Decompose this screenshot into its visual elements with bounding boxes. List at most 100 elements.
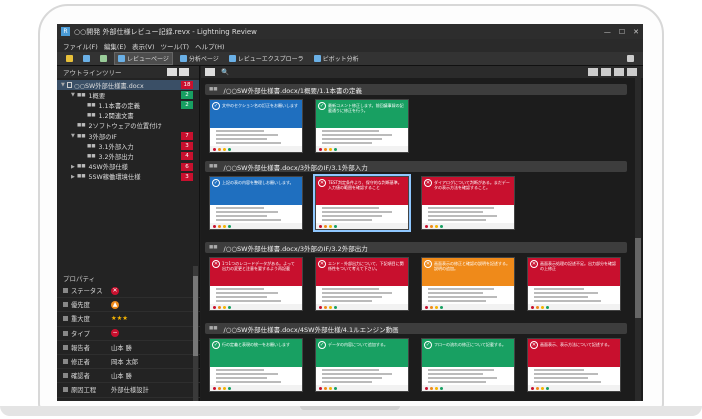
card-row: ✓ 行の定義と表現の統一をお願いします ✓ データの内容について追加する。 ✓ フローの流…: [205, 334, 627, 392]
review-card[interactable]: ✓ 行の定義と表現の統一をお願いします: [209, 338, 303, 392]
collapse-icon[interactable]: ■■: [209, 164, 218, 169]
section-icon: ■■: [87, 102, 96, 108]
property-key: 重大度: [57, 314, 111, 323]
close-button[interactable]: ✕: [633, 28, 639, 36]
property-row[interactable]: ステータス ✕: [57, 284, 200, 299]
collapse-icon[interactable]: ■■: [209, 245, 218, 250]
property-row[interactable]: タイプ −: [57, 327, 200, 341]
review-card[interactable]: ✕ 画面表示、表示方法について記述する。: [527, 338, 621, 392]
section-icon: ■■: [77, 123, 86, 129]
outline-item[interactable]: ■■ 2ソフトウェアの位置付け: [57, 121, 199, 131]
check-icon: ✓: [424, 341, 432, 349]
card-header: ✓ フローの流れの修正について記載する。: [422, 339, 514, 367]
card-footer: [210, 304, 302, 310]
menu-item[interactable]: ツール(T): [161, 41, 190, 51]
property-row[interactable]: 検出工程 外部仕様設計: [57, 398, 200, 402]
review-page-button[interactable]: レビューページ: [114, 52, 173, 65]
card-thumbnail: [422, 205, 514, 223]
outline-item[interactable]: ▶ ■■ 4SW外部仕様 6: [57, 162, 199, 172]
view-icon[interactable]: [205, 68, 215, 76]
review-card[interactable]: ✓ 上記の表の内容を整理しお願いします。: [209, 176, 303, 230]
property-value-label: 山本 勝: [111, 344, 132, 352]
outline-item[interactable]: ■■ 3.1外部入力 3: [57, 141, 199, 151]
new-icon[interactable]: [63, 54, 76, 63]
count-badge: 4: [181, 152, 193, 161]
device-notch: [300, 406, 400, 410]
review-scrollbar[interactable]: [635, 78, 641, 401]
property-row[interactable]: 重大度 ★★★: [57, 312, 200, 327]
review-card[interactable]: ✕ 画面表示の修正と確認の説明を記述する。説明の追加。: [421, 257, 515, 311]
section-header[interactable]: ■■ /○○SW外部仕様書.docx/3外部のIF/3.1外部入力: [205, 161, 627, 172]
property-value-label: ★★★: [111, 315, 128, 323]
review-card[interactable]: ✕ 1つ1つのレコードデータがある。よって出力の変更と注意を要するよう再記載: [209, 257, 303, 311]
layout-icon[interactable]: [627, 68, 637, 76]
review-explorer-button[interactable]: レビューエクスプローラ: [226, 53, 307, 64]
card-thumbnail: [528, 286, 620, 304]
review-card[interactable]: ✕ エンド・外部出力について、下記項目に関係性をついて考えて下さい。: [315, 257, 409, 311]
chat-icon[interactable]: [624, 54, 637, 63]
review-card[interactable]: ✓ フローの流れの修正について記載する。: [421, 338, 515, 392]
card-text: エンド・外部出力について、下記項目に関係性をついて考えて下さい。: [328, 261, 404, 271]
collapse-icon[interactable]: ■■: [209, 326, 218, 331]
outline-item[interactable]: ▼ ■■ 3外部のIF 7: [57, 131, 199, 141]
property-row[interactable]: 確認者 山本 勝: [57, 369, 200, 384]
pivot-analysis-button[interactable]: ピボット分析: [311, 53, 362, 64]
outline-tool-button[interactable]: [167, 68, 177, 76]
outline-item-label: 3.2外部出力: [98, 153, 134, 161]
red-x-icon: ✕: [111, 286, 119, 295]
property-row[interactable]: 修正者 岡本 太郎: [57, 355, 200, 370]
property-row[interactable]: 原因工程 外部仕様設計: [57, 383, 200, 398]
property-value: 山本 勝: [111, 343, 132, 352]
undo-icon[interactable]: [97, 54, 110, 63]
card-header: ✕ ダイアログについて判断がある。まだデータの表示方法を確認すること。: [422, 177, 514, 205]
review-card[interactable]: ✓ データの内容について追加する。: [315, 338, 409, 392]
outline-item[interactable]: ■■ 3.2外部出力 4: [57, 151, 199, 161]
minimize-button[interactable]: —: [604, 28, 611, 36]
outline-item[interactable]: ■■ 1.2関連文書: [57, 111, 199, 121]
outline-item[interactable]: ▼ ○○SW外部仕様書.docx 18: [57, 80, 199, 91]
property-row[interactable]: 報告者 山本 勝: [57, 341, 200, 355]
card-thumbnail: [316, 286, 408, 304]
layout-icon[interactable]: [588, 68, 598, 76]
property-icon: [63, 373, 68, 379]
menu-item[interactable]: ヘルプ(H): [195, 41, 224, 51]
review-section: ■■/○○SW外部仕様書.docx/3外部のIF/3.1外部入力 ✓ 上記の表の内容…: [205, 161, 627, 232]
review-card[interactable]: ✓ 最新コメント修正します。前回議事録の記載通りに修正を行う。: [315, 99, 409, 153]
collapse-icon[interactable]: ■■: [209, 87, 218, 92]
outline-item[interactable]: ■■ 1.1本書の定義 2: [57, 100, 199, 110]
maximize-button[interactable]: ☐: [619, 28, 625, 36]
review-section: ■■/○○SW外部仕様書.docx/3外部のIF/3.2外部出力 ✕ 1つ1つのレコ…: [205, 242, 627, 311]
section-header[interactable]: ■■ /○○SW外部仕様書.docx/4SW外部仕様/4.1ルエンジン動画: [205, 323, 627, 334]
analysis-page-button[interactable]: 分析ページ: [177, 53, 222, 64]
property-value: 岡本 太郎: [111, 357, 138, 366]
properties-scrollbar[interactable]: [193, 266, 198, 401]
section-icon: ■■: [87, 113, 96, 119]
outline-item[interactable]: ▶ ■■ 5SW稼働環境仕様 3: [57, 172, 199, 182]
property-value: −: [111, 329, 119, 338]
count-badge: 7: [181, 132, 193, 141]
review-card[interactable]: ✕ ダイアログについて判断がある。まだデータの表示方法を確認すること。: [421, 176, 515, 230]
section-header[interactable]: ■■ /○○SW外部仕様書.docx/1概要/1.1本書の定義: [205, 84, 627, 95]
review-section: ■■/○○SW外部仕様書.docx/4SW外部仕様/4.1ルエンジン動画 ✓ 行の定…: [205, 323, 627, 392]
save-icon[interactable]: [80, 54, 93, 63]
outline-item-label: ○○SW外部仕様書.docx: [74, 82, 144, 90]
section-header[interactable]: ■■ /○○SW外部仕様書.docx/3外部のIF/3.2外部出力: [205, 242, 627, 253]
section-icon: ■■: [77, 164, 86, 170]
outline-tool-button[interactable]: [179, 68, 189, 76]
outline-item[interactable]: ▼ ■■ 1概要 2: [57, 90, 199, 100]
property-key-label: 修正者: [71, 359, 90, 367]
review-card[interactable]: ✕ 画面表示処理の記述不足。出力部分を確認の上修正: [527, 257, 621, 311]
property-key: タイプ: [57, 329, 111, 338]
review-card[interactable]: ✕ TEST判定条件より、保守的な判断基準。入力値の範囲を確認すること: [313, 174, 411, 232]
search-icon[interactable]: 🔍: [221, 68, 229, 76]
layout-icon[interactable]: [601, 68, 611, 76]
card-header: ✕ 画面表示の修正と確認の説明を記述する。説明の追加。: [422, 258, 514, 286]
property-row[interactable]: 優先度 ▲: [57, 298, 200, 313]
menu-item[interactable]: 表示(V): [132, 41, 155, 51]
card-footer: [422, 385, 514, 391]
menu-item[interactable]: ファイル(F): [63, 41, 98, 51]
menu-item[interactable]: 編集(E): [104, 41, 126, 51]
layout-icon[interactable]: [614, 68, 624, 76]
check-icon: ✓: [212, 102, 220, 110]
review-card[interactable]: ✓ 文中のセクション名の訂正をお願いします: [209, 99, 303, 153]
